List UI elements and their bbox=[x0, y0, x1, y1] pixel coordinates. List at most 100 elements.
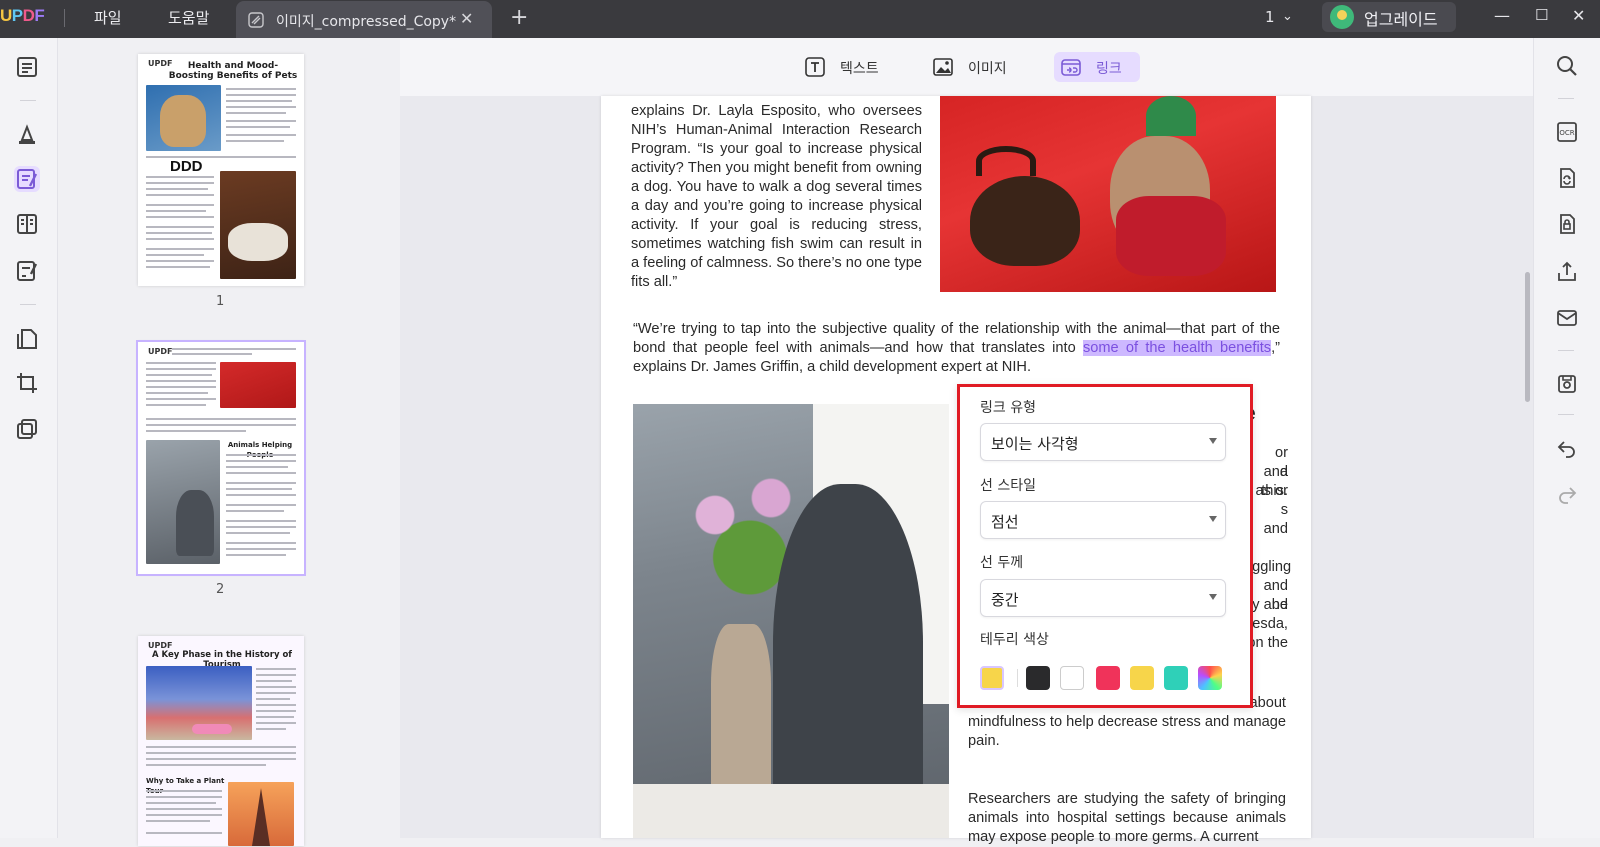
mini-logo: UPDF bbox=[148, 641, 173, 650]
color-swatch-teal[interactable] bbox=[1164, 666, 1188, 690]
line-style-value: 점선 bbox=[991, 513, 1019, 531]
page-number-2: 2 bbox=[216, 582, 225, 597]
caret-down-icon bbox=[1209, 516, 1217, 522]
edit-toolbar: 텍스트 이미지 링크 bbox=[400, 38, 1533, 96]
window-count[interactable]: 1 bbox=[1265, 8, 1275, 26]
save-icon[interactable] bbox=[1555, 372, 1579, 396]
line-style-label: 선 스타일 bbox=[980, 478, 1036, 494]
link-type-label: 링크 유형 bbox=[980, 400, 1036, 416]
line-style-select[interactable]: 점선 bbox=[980, 501, 1226, 539]
text-fragment: s and bbox=[1263, 502, 1288, 537]
comment-icon[interactable] bbox=[14, 122, 40, 148]
body-paragraph-1: explains Dr. Layla Esposito, who oversee… bbox=[631, 103, 922, 290]
swatch-separator bbox=[1017, 669, 1018, 687]
protect-icon[interactable] bbox=[1555, 212, 1579, 236]
rail-separator bbox=[20, 304, 36, 305]
rail-separator bbox=[20, 100, 36, 101]
mail-icon[interactable] bbox=[1555, 306, 1579, 330]
undo-icon[interactable] bbox=[1555, 436, 1579, 460]
link-icon bbox=[1061, 59, 1081, 76]
link-type-value: 보이는 사각형 bbox=[991, 435, 1079, 453]
cat-thumbnail-image bbox=[146, 85, 221, 151]
text-tool-label: 텍스트 bbox=[840, 61, 879, 77]
layers-icon[interactable] bbox=[14, 416, 40, 442]
color-swatch-black[interactable] bbox=[1026, 666, 1050, 690]
dogs-photo bbox=[940, 96, 1276, 292]
reader-icon[interactable] bbox=[14, 54, 40, 80]
chevron-down-icon[interactable]: ⌄ bbox=[1282, 9, 1293, 24]
page-thumbnail-1[interactable]: UPDF Health and Mood-Boosting Benefits o… bbox=[138, 54, 304, 286]
title-separator bbox=[64, 9, 65, 27]
color-swatch-rainbow[interactable] bbox=[1198, 666, 1222, 690]
vertical-scrollbar[interactable] bbox=[1525, 272, 1530, 402]
rail-separator bbox=[1558, 414, 1574, 415]
cat-vase-thumbnail-image bbox=[146, 440, 220, 564]
link-type-select[interactable]: 보이는 사각형 bbox=[980, 423, 1226, 461]
document-tab[interactable]: 이미지_compressed_Copy* ✕ bbox=[236, 1, 492, 38]
new-tab-icon[interactable]: + bbox=[510, 5, 528, 30]
link-tool-label: 링크 bbox=[1096, 61, 1122, 77]
dogs-thumbnail-image bbox=[220, 362, 296, 408]
cat-with-vase-photo bbox=[633, 404, 949, 838]
page-thumbnail-3[interactable]: UPDF A Key Phase in the History of Touri… bbox=[138, 636, 304, 846]
body-paragraph-4: Researchers are studying the safety of b… bbox=[968, 791, 1286, 845]
convert-file-icon[interactable] bbox=[1555, 166, 1579, 190]
image-icon bbox=[933, 58, 953, 76]
ddd-overlay-text: DDD bbox=[170, 158, 203, 175]
convert-icon[interactable] bbox=[14, 326, 40, 352]
color-swatch-yellow[interactable] bbox=[1130, 666, 1154, 690]
title-bar: UPDF 파일 도움말 이미지_compressed_Copy* ✕ + 1 ⌄… bbox=[0, 0, 1600, 38]
line-width-value: 중간 bbox=[991, 591, 1019, 609]
document-edit-icon bbox=[248, 12, 264, 28]
share-icon[interactable] bbox=[1555, 260, 1579, 284]
body-paragraph-2: “We’re trying to tap into the subjective… bbox=[633, 320, 1280, 377]
thumbnail-title: Health and Mood-Boosting Benefits of Pet… bbox=[168, 61, 298, 81]
line-width-select[interactable]: 중간 bbox=[980, 579, 1226, 617]
page-thumbnail-2[interactable]: UPDF Animals Helping People bbox=[136, 340, 306, 576]
mini-logo: UPDF bbox=[148, 347, 173, 356]
border-color-label: 테두리 색상 bbox=[980, 632, 1049, 648]
svg-text:OCR: OCR bbox=[1559, 129, 1574, 137]
form-icon[interactable] bbox=[14, 258, 40, 284]
menu-file[interactable]: 파일 bbox=[94, 7, 122, 28]
page-number-1: 1 bbox=[216, 294, 225, 309]
crop-icon[interactable] bbox=[14, 370, 40, 396]
right-tool-rail: OCR bbox=[1533, 38, 1600, 838]
link-properties-popup: 링크 유형 보이는 사각형 선 스타일 점선 선 두께 중간 테두리 색상 bbox=[957, 384, 1253, 708]
rail-separator bbox=[1558, 98, 1574, 99]
updf-logo: UPDF bbox=[0, 6, 45, 25]
caret-down-icon bbox=[1209, 438, 1217, 444]
color-swatch-white[interactable] bbox=[1060, 666, 1084, 690]
edit-pdf-icon[interactable] bbox=[14, 166, 40, 192]
thumbnail-subheading: Why to Take a Plant Tour bbox=[146, 777, 225, 795]
link-tool-button[interactable]: 링크 bbox=[1054, 52, 1140, 82]
upgrade-label: 업그레이드 bbox=[1364, 10, 1438, 29]
minimize-icon[interactable]: — bbox=[1494, 6, 1510, 25]
tab-title: 이미지_compressed_Copy* bbox=[276, 14, 457, 30]
link-annotation[interactable]: some of the health benefits bbox=[1082, 340, 1272, 356]
thumbnail-panel: UPDF Health and Mood-Boosting Benefits o… bbox=[58, 38, 400, 846]
eiffel-thumbnail-image bbox=[228, 782, 294, 846]
left-tool-rail bbox=[0, 38, 58, 838]
text-icon bbox=[805, 57, 825, 77]
tourism-thumbnail-image bbox=[146, 666, 252, 740]
image-tool-button[interactable]: 이미지 bbox=[926, 52, 1016, 82]
image-tool-label: 이미지 bbox=[968, 61, 1007, 77]
text-tool-button[interactable]: 텍스트 bbox=[798, 52, 888, 82]
close-window-icon[interactable]: ✕ bbox=[1572, 6, 1585, 25]
redo-icon[interactable] bbox=[1555, 482, 1579, 506]
dog-cat-thumbnail-image bbox=[220, 171, 296, 279]
organize-icon[interactable] bbox=[14, 211, 40, 237]
ocr-icon[interactable]: OCR bbox=[1555, 120, 1579, 144]
thumbnail-title: Animals Helping People bbox=[227, 441, 293, 459]
line-width-label: 선 두께 bbox=[980, 555, 1024, 571]
upgrade-button[interactable]: 업그레이드 bbox=[1322, 2, 1456, 32]
text-fragment: as or bbox=[1255, 483, 1288, 499]
maximize-icon[interactable]: ☐ bbox=[1535, 6, 1548, 24]
menu-help[interactable]: 도움말 bbox=[168, 7, 209, 28]
color-swatch-red[interactable] bbox=[1096, 666, 1120, 690]
current-color-swatch[interactable] bbox=[980, 666, 1004, 690]
search-icon[interactable] bbox=[1555, 54, 1579, 78]
rail-separator bbox=[1558, 350, 1574, 351]
close-tab-icon[interactable]: ✕ bbox=[460, 9, 473, 28]
